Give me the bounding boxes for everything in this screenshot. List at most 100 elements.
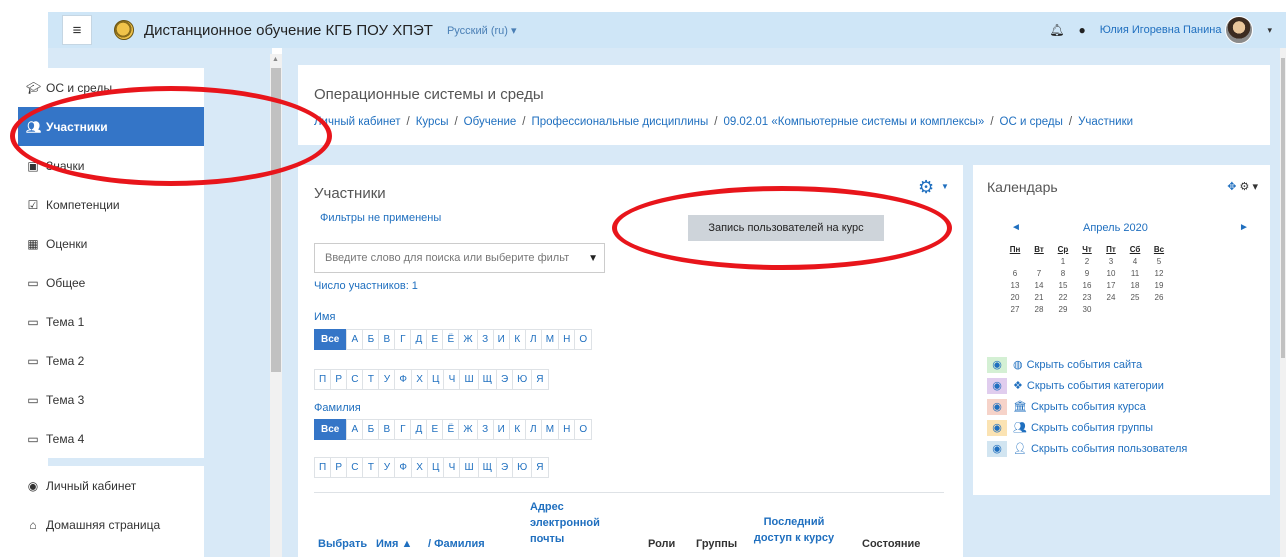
initial-letter[interactable]: Д [410, 419, 428, 440]
calendar-month[interactable]: Апрель 2020 [1083, 222, 1148, 234]
initial-letter[interactable]: Ё [442, 419, 460, 440]
drawer-item-dashboard[interactable]: ◉ Личный кабинет [18, 466, 204, 505]
initial-letter[interactable]: М [540, 329, 560, 350]
breadcrumb-item[interactable]: Участники [1078, 116, 1133, 128]
initial-letter[interactable]: Ё [442, 329, 460, 350]
initial-letter[interactable]: П [314, 369, 332, 390]
chevron-down-icon[interactable]: ▼ [941, 182, 949, 191]
legend-group-events[interactable]: ◉ 👥︎ Скрыть события группы [987, 419, 1257, 436]
legend-course-events[interactable]: ◉ 🏛︎ Скрыть события курса [987, 398, 1257, 415]
drawer-item-general[interactable]: ▭ Общее [18, 263, 204, 302]
initial-letter[interactable]: Ж [458, 329, 478, 350]
drawer-item-home[interactable]: ⌂ Домашняя страница [18, 505, 204, 544]
initial-letter[interactable]: Ж [458, 419, 478, 440]
drawer-item-grades[interactable]: ▦ Оценки [18, 224, 204, 263]
calendar-prev-month[interactable]: ◄ [1011, 222, 1021, 233]
initial-letter[interactable]: Е [426, 329, 444, 350]
drawer-item-topic-4[interactable]: ▭ Тема 4 [18, 419, 204, 458]
initial-letter[interactable]: К [508, 419, 526, 440]
initial-letter[interactable]: Щ [477, 369, 497, 390]
column-header-email[interactable]: Адрес электронной почты [530, 499, 612, 547]
initial-letter[interactable]: О [574, 329, 593, 350]
drawer-item-calendar[interactable]: ▤К [18, 544, 204, 557]
drawer-item-topic-1[interactable]: ▭ Тема 1 [18, 302, 204, 341]
breadcrumb-item[interactable]: Курсы [416, 116, 449, 128]
initial-letter[interactable]: П [314, 457, 332, 478]
initial-letter[interactable]: Ю [512, 457, 533, 478]
initial-letter[interactable]: Д [410, 329, 428, 350]
gear-icon[interactable]: ⚙ [1240, 181, 1250, 193]
initial-letter[interactable]: Ц [427, 457, 445, 478]
initial-letter[interactable]: У [378, 457, 396, 478]
legend-site-events[interactable]: ◉ ◍ Скрыть события сайта [987, 356, 1257, 373]
drawer-item-topic-3[interactable]: ▭ Тема 3 [18, 380, 204, 419]
initial-letter[interactable]: Б [362, 329, 380, 350]
site-title[interactable]: Дистанционное обучение КГБ ПОУ ХПЭТ [144, 22, 433, 39]
initial-letter[interactable]: Л [524, 419, 542, 440]
initial-letter[interactable]: Л [524, 329, 542, 350]
initial-letter[interactable]: З [476, 419, 494, 440]
search-input[interactable]: Введите слово для поиска или выберите фи… [314, 243, 605, 273]
initial-letter[interactable]: Ц [427, 369, 445, 390]
bell-icon[interactable]: 🔔︎ [1049, 23, 1064, 37]
initial-letter[interactable]: З [476, 329, 494, 350]
move-icon[interactable]: ✥ [1227, 181, 1236, 193]
calendar-next-month[interactable]: ► [1239, 222, 1249, 233]
language-menu[interactable]: Русский (ru) ▾ [447, 24, 517, 37]
initial-letter[interactable]: Э [495, 369, 514, 390]
initial-letter[interactable]: Я [531, 369, 549, 390]
initial-letter[interactable]: Х [411, 457, 429, 478]
avatar[interactable] [1225, 16, 1254, 44]
gear-icon[interactable]: ⚙ [918, 177, 934, 198]
breadcrumb-item[interactable]: ОС и среды [1000, 116, 1063, 128]
column-header-first-name[interactable]: Имя ▲ [376, 536, 412, 552]
eye-icon[interactable]: ◉ [987, 419, 1007, 436]
column-header-last-name[interactable]: / Фамилия [428, 536, 485, 552]
dropdown-caret-icon[interactable]: ▼ [588, 253, 598, 264]
initial-letter[interactable]: Т [362, 457, 380, 478]
scroll-up-arrow-icon[interactable]: ▲ [272, 56, 279, 63]
initial-letter[interactable]: Р [330, 457, 348, 478]
eye-icon[interactable]: ◉ [987, 440, 1007, 457]
initial-letter[interactable]: И [492, 419, 510, 440]
initial-letter[interactable]: В [378, 329, 396, 350]
initial-letter[interactable]: Г [394, 329, 412, 350]
initial-letter[interactable]: И [492, 329, 510, 350]
initial-letter[interactable]: Э [495, 457, 514, 478]
initial-letter[interactable]: Ш [459, 369, 479, 390]
eye-icon[interactable]: ◉ [987, 377, 1007, 394]
hamburger-menu-button[interactable]: ≡ [62, 15, 92, 45]
column-header-last-access[interactable]: Последний доступ к курсу [744, 514, 844, 546]
initial-letter[interactable]: О [574, 419, 593, 440]
initial-letter[interactable]: Ф [394, 457, 413, 478]
messages-icon[interactable]: ● [1078, 23, 1085, 37]
drawer-item-topic-2[interactable]: ▭ Тема 2 [18, 341, 204, 380]
initial-all[interactable]: Все [314, 329, 347, 350]
initial-letter[interactable]: Ю [512, 369, 533, 390]
page-scrollbar-thumb[interactable] [1281, 58, 1285, 358]
page-scrollbar[interactable] [1280, 48, 1286, 557]
initial-letter[interactable]: Н [558, 329, 576, 350]
initial-letter[interactable]: Р [330, 369, 348, 390]
user-name[interactable]: Юлия Игоревна Панина [1100, 24, 1222, 36]
initial-letter[interactable]: У [378, 369, 396, 390]
initial-letter[interactable]: Ф [394, 369, 413, 390]
initial-letter[interactable]: С [346, 369, 364, 390]
eye-icon[interactable]: ◉ [987, 398, 1007, 415]
initial-letter[interactable]: Т [362, 369, 380, 390]
chevron-down-icon[interactable]: ▾ [1252, 181, 1258, 193]
initial-letter[interactable]: Б [362, 419, 380, 440]
initial-letter[interactable]: Н [558, 419, 576, 440]
drawer-item-competencies[interactable]: ☑ Компетенции [18, 185, 204, 224]
breadcrumb-item[interactable]: 09.02.01 «Компьютерные системы и комплек… [723, 116, 984, 128]
eye-icon[interactable]: ◉ [987, 356, 1007, 373]
initial-letter[interactable]: Я [531, 457, 549, 478]
initial-letter[interactable]: М [540, 419, 560, 440]
initial-all[interactable]: Все [314, 419, 347, 440]
initial-letter[interactable]: Ч [443, 369, 461, 390]
initial-letter[interactable]: Г [394, 419, 412, 440]
initial-letter[interactable]: А [346, 419, 364, 440]
breadcrumb-item[interactable]: Обучение [464, 116, 517, 128]
column-header-select[interactable]: Выбрать [318, 536, 367, 552]
initial-letter[interactable]: Ч [443, 457, 461, 478]
